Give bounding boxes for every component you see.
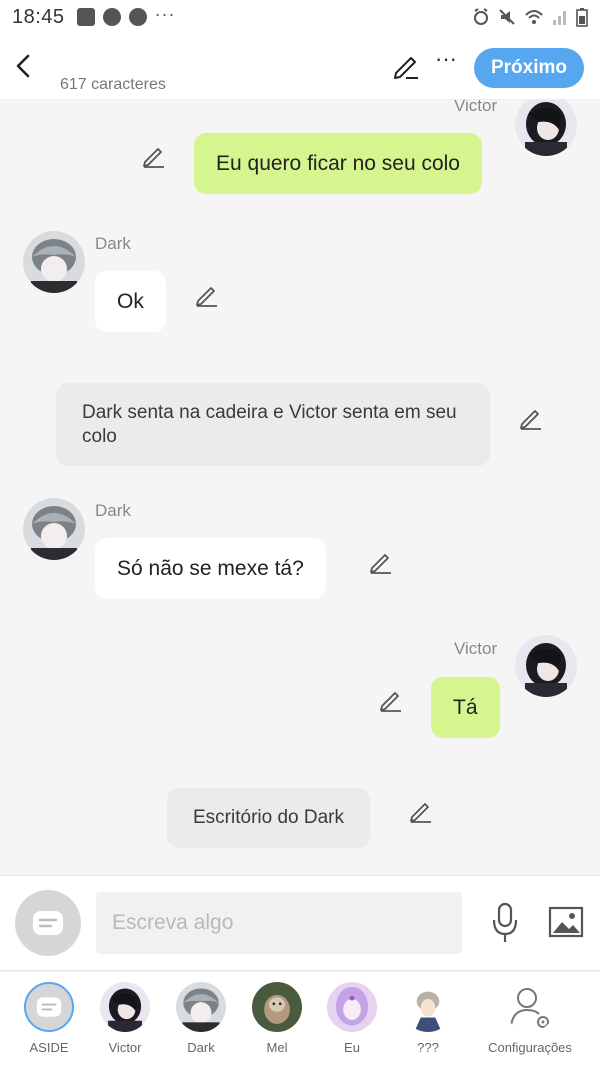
avatar-mel — [252, 982, 302, 1032]
speaker-name: Victor — [454, 639, 498, 658]
avatar-victor — [100, 982, 150, 1032]
edit-message-icon[interactable] — [407, 797, 433, 823]
chat-area[interactable]: Victor Eu quero ficar no seu colo Dark O… — [0, 100, 600, 875]
gallery-icon — [76, 8, 95, 26]
edit-pencil-icon[interactable] — [392, 52, 420, 80]
more-options-button[interactable]: ··· — [432, 48, 460, 80]
avatar-dark — [23, 231, 85, 293]
character-victor[interactable]: Victor — [87, 982, 163, 1055]
speaker-name: Victor — [454, 100, 498, 115]
battery-icon — [576, 8, 588, 27]
chat-bubble-icon — [36, 997, 62, 1017]
chrome-icon — [128, 8, 147, 26]
narration-bubble[interactable]: Escritório do Dark — [167, 788, 370, 848]
edit-message-icon[interactable] — [140, 142, 166, 168]
settings-button[interactable]: Configurações — [480, 982, 580, 1055]
speaker-name: Dark — [95, 501, 131, 520]
signal-icon — [553, 11, 566, 25]
more-dots-icon: ··· — [154, 4, 176, 24]
message-bubble-incoming[interactable]: Ok — [95, 271, 166, 332]
character-aside[interactable]: ASIDE — [11, 982, 87, 1055]
avatar-dark — [23, 498, 85, 560]
character-count: 617 caracteres — [60, 76, 166, 93]
character-dark[interactable]: Dark — [163, 982, 239, 1055]
chat-mode-button[interactable] — [15, 890, 81, 956]
character-eu[interactable]: Eu — [314, 982, 390, 1055]
message-bubble-outgoing[interactable]: Tá — [431, 677, 500, 738]
next-button[interactable]: Próximo — [474, 48, 584, 88]
character-unknown[interactable]: ??? — [390, 982, 466, 1055]
avatar-eu — [327, 982, 377, 1032]
mute-icon — [499, 9, 515, 25]
character-label: Victor — [108, 1040, 142, 1055]
speaker-name: Dark — [95, 234, 131, 253]
character-label: Eu — [344, 1040, 360, 1055]
message-composer — [0, 875, 600, 971]
character-label: Mel — [266, 1040, 288, 1055]
chrome-icon — [102, 8, 121, 26]
character-bar: ASIDE Victor Dark Mel Eu ??? Configuraçõ… — [0, 972, 600, 1067]
narration-bubble[interactable]: Dark senta na cadeira e Victor senta em … — [56, 383, 490, 466]
character-mel[interactable]: Mel — [239, 982, 315, 1055]
edit-message-icon[interactable] — [517, 404, 543, 430]
avatar-victor — [515, 635, 577, 697]
back-icon[interactable] — [10, 50, 38, 82]
wifi-icon — [525, 10, 543, 24]
edit-message-icon[interactable] — [377, 686, 403, 712]
image-icon[interactable] — [548, 906, 584, 938]
message-bubble-outgoing[interactable]: Eu quero ficar no seu colo — [194, 133, 482, 194]
edit-message-icon[interactable] — [367, 548, 393, 574]
character-label: Dark — [187, 1040, 215, 1055]
edit-message-icon[interactable] — [193, 281, 219, 307]
character-label: ASIDE — [29, 1040, 69, 1055]
message-bubble-incoming[interactable]: Só não se mexe tá? — [95, 538, 326, 599]
user-settings-icon — [510, 988, 549, 1028]
avatar-victor — [515, 100, 577, 156]
chat-bubble-icon — [33, 911, 63, 935]
status-bar: 18:45 ··· — [0, 0, 600, 34]
alarm-icon — [474, 8, 488, 25]
microphone-icon[interactable] — [490, 902, 520, 944]
status-time: 18:45 — [12, 5, 65, 28]
character-label: ??? — [417, 1040, 439, 1055]
editor-header: 617 caracteres ··· Próximo — [0, 34, 600, 100]
avatar-unknown — [403, 982, 453, 1032]
character-label: Configurações — [488, 1040, 572, 1055]
message-input[interactable] — [96, 892, 462, 954]
avatar-dark — [176, 982, 226, 1032]
